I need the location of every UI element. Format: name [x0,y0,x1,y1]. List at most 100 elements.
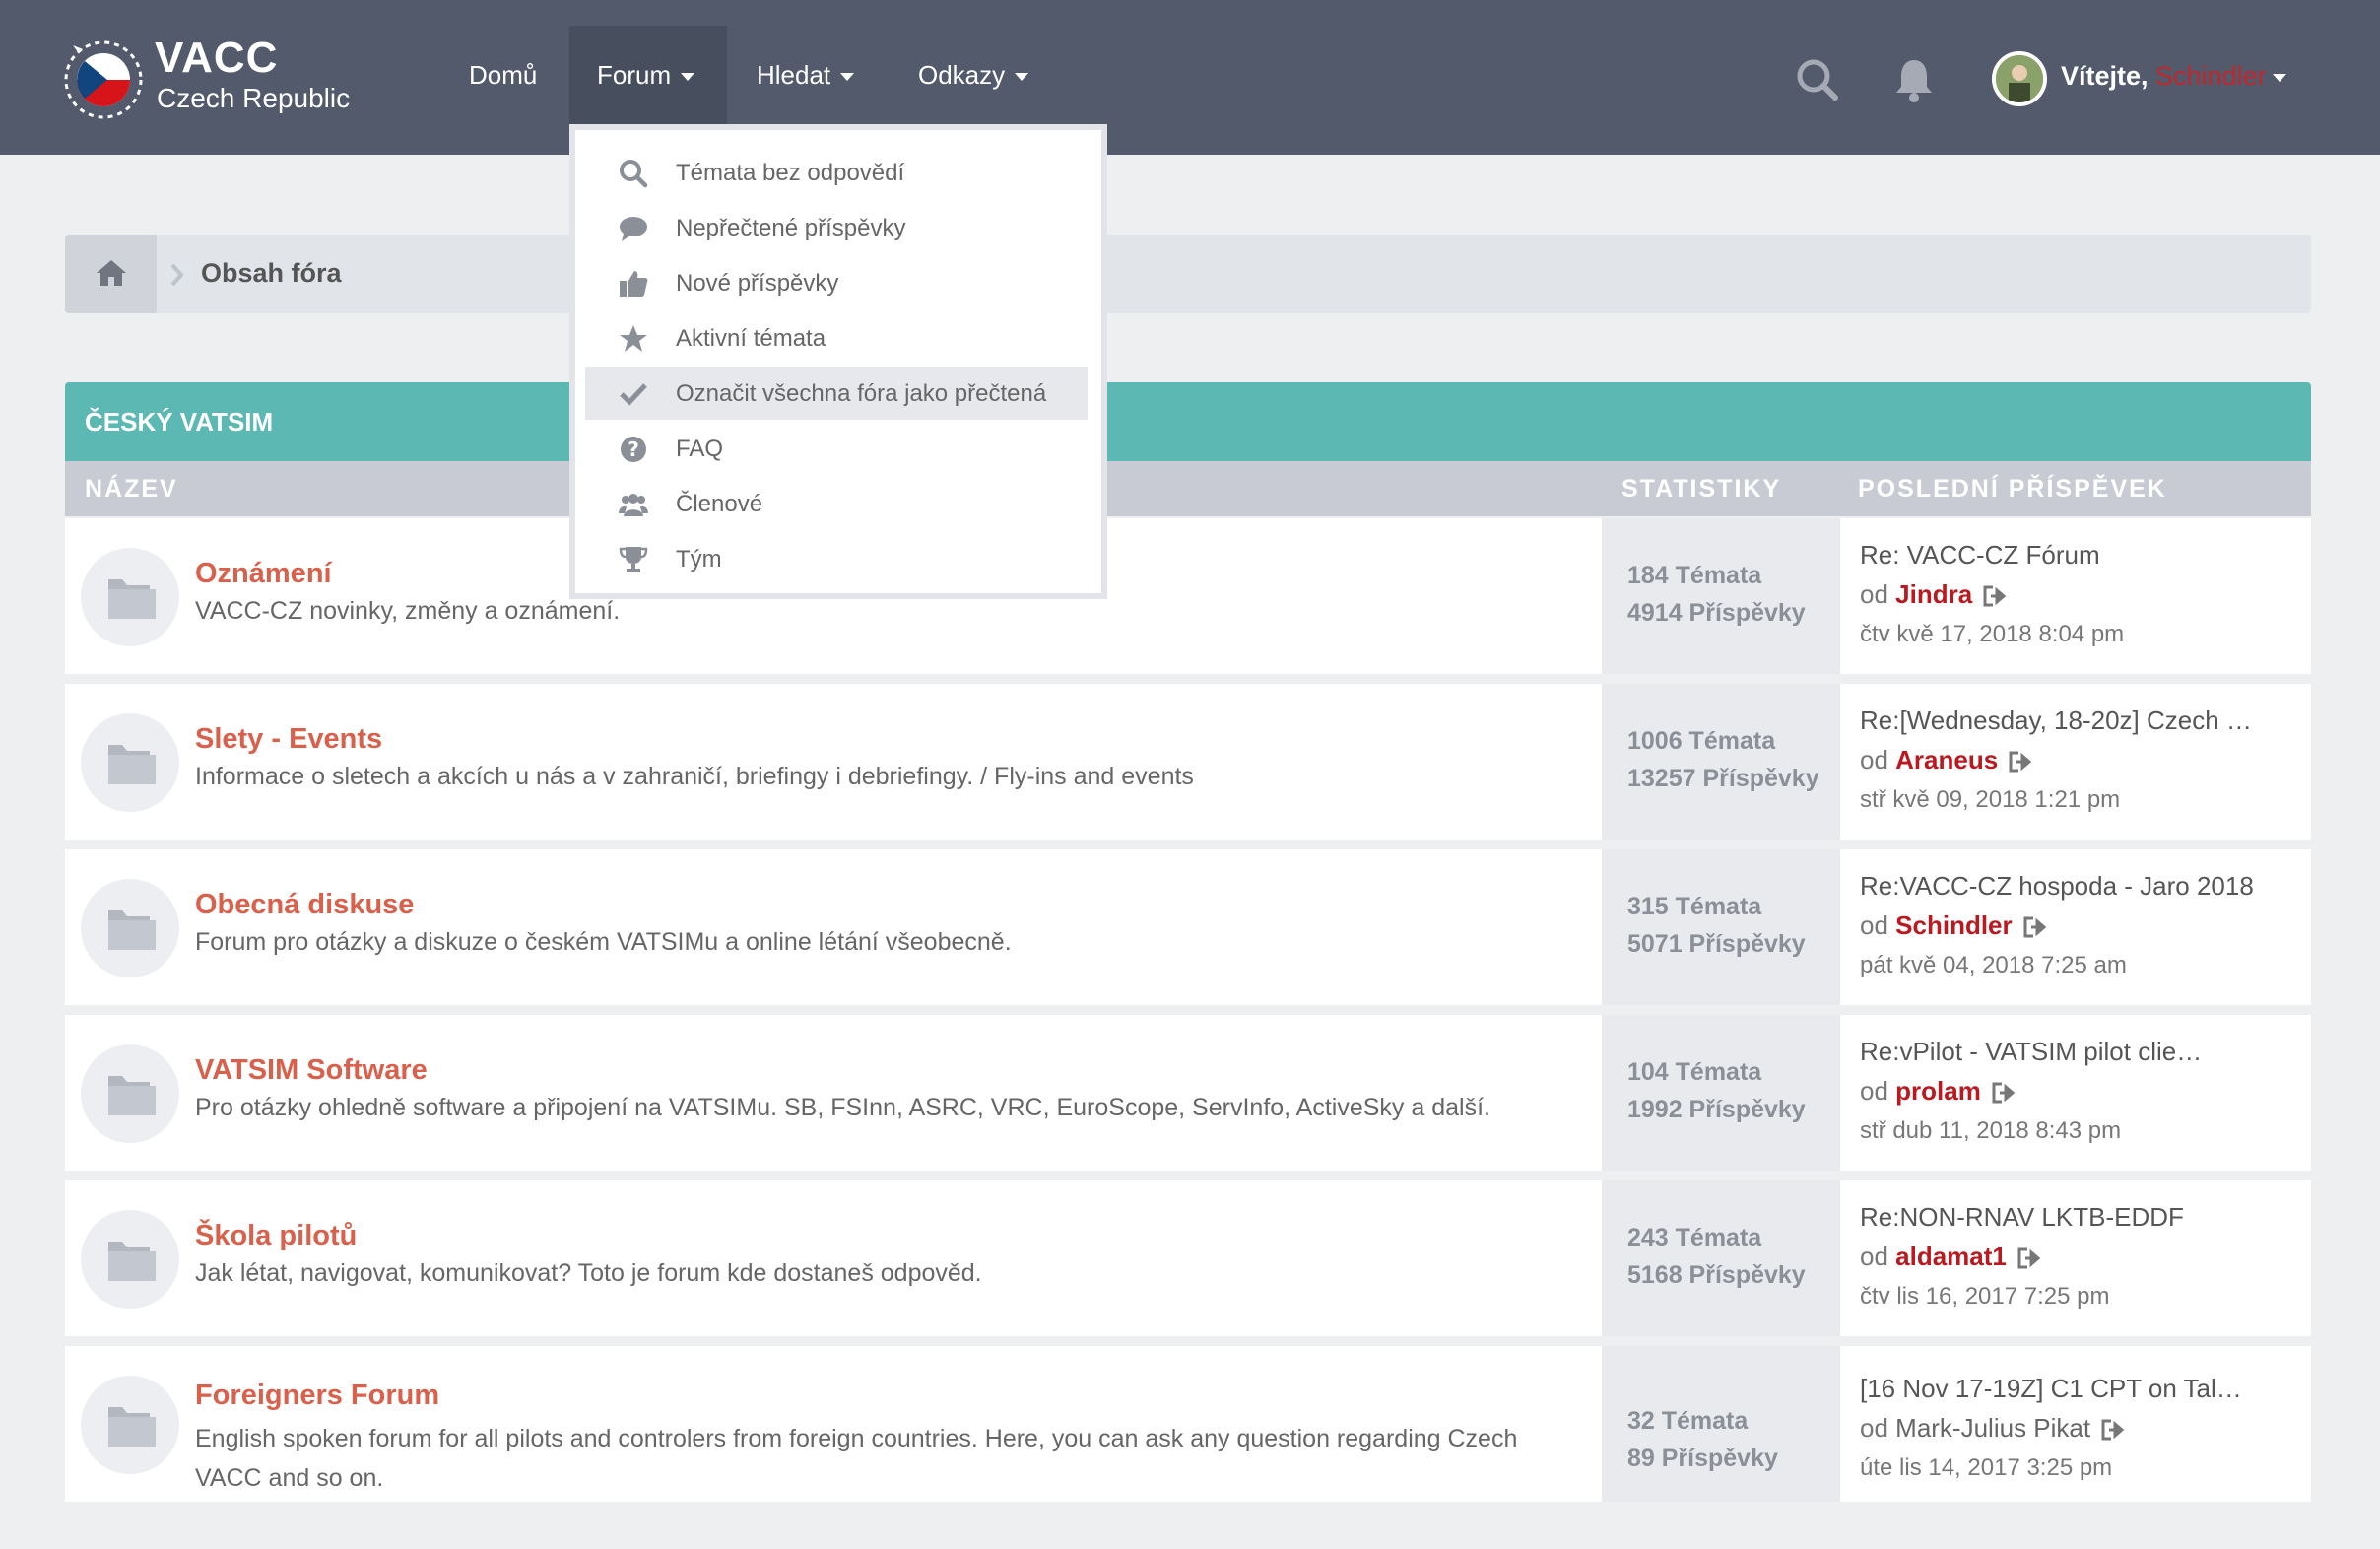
topic-count: 315 Témata [1627,893,1762,920]
chevron-down-icon [681,73,695,82]
thumbs-up-icon [620,271,648,297]
forum-stats: 243 Témata 5168 Příspěvky [1602,1180,1840,1336]
last-post-title[interactable]: [16 Nov 17-19Z] C1 CPT on Tal… [1860,1374,2242,1404]
folder-icon [108,579,156,619]
forum-title[interactable]: Škola pilotů [195,1220,357,1252]
col-name: NÁZEV [85,475,178,503]
last-post-author-line: od Jindra [1860,579,2009,610]
forum-description: Pro otázky ohledně software a připojení … [195,1094,1490,1121]
go-to-post-icon[interactable] [2009,751,2034,773]
folder-icon [108,910,156,950]
go-to-post-icon[interactable] [1983,585,2009,607]
question-icon: ? [621,437,646,462]
last-post: Re:VACC-CZ hospoda - Jaro 2018 od Schind… [1840,849,2311,1005]
comment-icon [620,217,647,241]
nav-home[interactable]: Domů [441,26,564,124]
menu-item-team[interactable]: Tým [585,532,1088,585]
search-icon[interactable] [1795,57,1840,102]
by-label: od [1860,745,1888,774]
go-to-post-icon[interactable] [2101,1419,2127,1441]
last-post-date: stř dub 11, 2018 8:43 pm [1860,1117,2122,1144]
go-to-post-icon[interactable] [2023,916,2049,938]
menu-item-mark-read[interactable]: Označit všechna fóra jako přečtená [585,367,1088,420]
svg-text:?: ? [628,438,639,461]
forum-title[interactable]: Obecná diskuse [195,889,414,921]
column-headers: NÁZEV STATISTIKY POSLEDNÍ PŘÍSPĚVEK [65,461,2311,516]
nav-forum[interactable]: Forum [569,26,727,124]
post-count: 1992 Příspěvky [1627,1096,1806,1123]
chevron-right-icon [170,263,184,287]
forum-title[interactable]: Oznámení [195,558,332,590]
breadcrumb-current[interactable]: Obsah fóra [201,258,342,289]
last-post-author[interactable]: Schindler [1895,910,2012,940]
site-logo[interactable]: VACC Czech Republic [61,32,376,130]
by-label: od [1860,1076,1888,1106]
menu-item-unread[interactable]: Nepřečtené příspěvky [585,201,1088,254]
folder-icon [108,745,156,784]
forum-description: Jak létat, navigovat, komunikovat? Toto … [195,1259,982,1287]
nav-search[interactable]: Hledat [729,26,882,124]
by-label: od [1860,910,1888,940]
menu-item-label: FAQ [676,436,724,462]
username: Schindler [2155,61,2267,91]
menu-item-label: Označit všechna fóra jako přečtená [676,380,1047,407]
by-label: od [1860,1242,1888,1271]
last-post-author[interactable]: aldamat1 [1895,1242,2007,1271]
last-post-author-line: od Mark-Julius Pikat [1860,1413,2127,1444]
menu-item-new[interactable]: Nové příspěvky [585,256,1088,309]
forum-status-icon [81,1376,179,1474]
topic-count: 243 Témata [1627,1224,1762,1251]
last-post-title[interactable]: Re:NON-RNAV LKTB-EDDF [1860,1202,2184,1233]
bell-icon[interactable] [1893,57,1935,102]
forum-description: Informace o sletech a akcích u nás a v z… [195,763,1194,790]
last-post-title[interactable]: Re:VACC-CZ hospoda - Jaro 2018 [1860,871,2254,902]
by-label: od [1860,579,1888,609]
last-post-date: stř kvě 09, 2018 1:21 pm [1860,786,2121,813]
forum-title[interactable]: Foreigners Forum [195,1380,439,1412]
forum-row: Škola pilotů Jak létat, navigovat, komun… [65,1180,2311,1336]
forum-row-main: Škola pilotů Jak létat, navigovat, komun… [65,1180,1602,1336]
forum-stats: 104 Témata 1992 Příspěvky [1602,1015,1840,1171]
forum-row: Oznámení VACC-CZ novinky, změny a oznáme… [65,518,2311,674]
avatar[interactable] [1992,51,2047,106]
last-post-title[interactable]: Re: VACC-CZ Fórum [1860,540,2100,571]
go-to-post-icon[interactable] [1992,1082,2017,1104]
forum-stats: 32 Témata 89 Příspěvky [1602,1346,1840,1502]
last-post-author-line: od aldamat1 [1860,1242,2043,1272]
forum-title[interactable]: VATSIM Software [195,1054,428,1087]
topic-count: 32 Témata [1627,1407,1749,1435]
menu-item-label: Aktivní témata [676,325,826,352]
last-post-title[interactable]: Re:[Wednesday, 18-20z] Czech … [1860,706,2252,736]
nav-links[interactable]: Odkazy [891,26,1056,124]
folder-icon [108,1407,156,1447]
menu-item-members[interactable]: Členové [585,477,1088,530]
last-post-author[interactable]: Araneus [1895,745,1998,774]
menu-item-unanswered[interactable]: Témata bez odpovědí [585,146,1088,199]
last-post-author[interactable]: Jindra [1895,579,1972,609]
last-post-author[interactable]: Mark-Julius Pikat [1895,1413,2090,1443]
welcome-text[interactable]: Vítejte, Schindler [2061,61,2286,92]
last-post-title[interactable]: Re:vPilot - VATSIM pilot clie… [1860,1037,2202,1067]
menu-item-active[interactable]: Aktivní témata [585,311,1088,365]
last-post: Re:NON-RNAV LKTB-EDDF od aldamat1 čtv li… [1840,1180,2311,1336]
category-header: ČESKÝ VATSIM [65,382,2311,461]
brand-subtitle: Czech Republic [157,83,351,113]
forum-status-icon [81,548,179,646]
forum-title[interactable]: Slety - Events [195,723,382,756]
forum-row: Obecná diskuse Forum pro otázky a diskuz… [65,849,2311,1005]
flag-globe-icon [64,40,143,119]
breadcrumb-home[interactable] [65,235,157,313]
forum-row-main: Obecná diskuse Forum pro otázky a diskuz… [65,849,1602,1005]
category-title[interactable]: ČESKÝ VATSIM [85,407,273,438]
nav-forum-label: Forum [597,60,672,90]
menu-item-label: Témata bez odpovědí [676,160,905,186]
menu-item-label: Nepřečtené příspěvky [676,215,906,241]
post-count: 5168 Příspěvky [1627,1261,1806,1289]
forum-row-main: Slety - Events Informace o sletech a akc… [65,684,1602,840]
forum-status-icon [81,879,179,977]
menu-item-faq[interactable]: ? FAQ [585,422,1088,475]
last-post-author[interactable]: prolam [1895,1076,1981,1106]
go-to-post-icon[interactable] [2017,1247,2043,1269]
last-post-author-line: od Schindler [1860,910,2049,941]
topic-count: 104 Témata [1627,1058,1762,1086]
